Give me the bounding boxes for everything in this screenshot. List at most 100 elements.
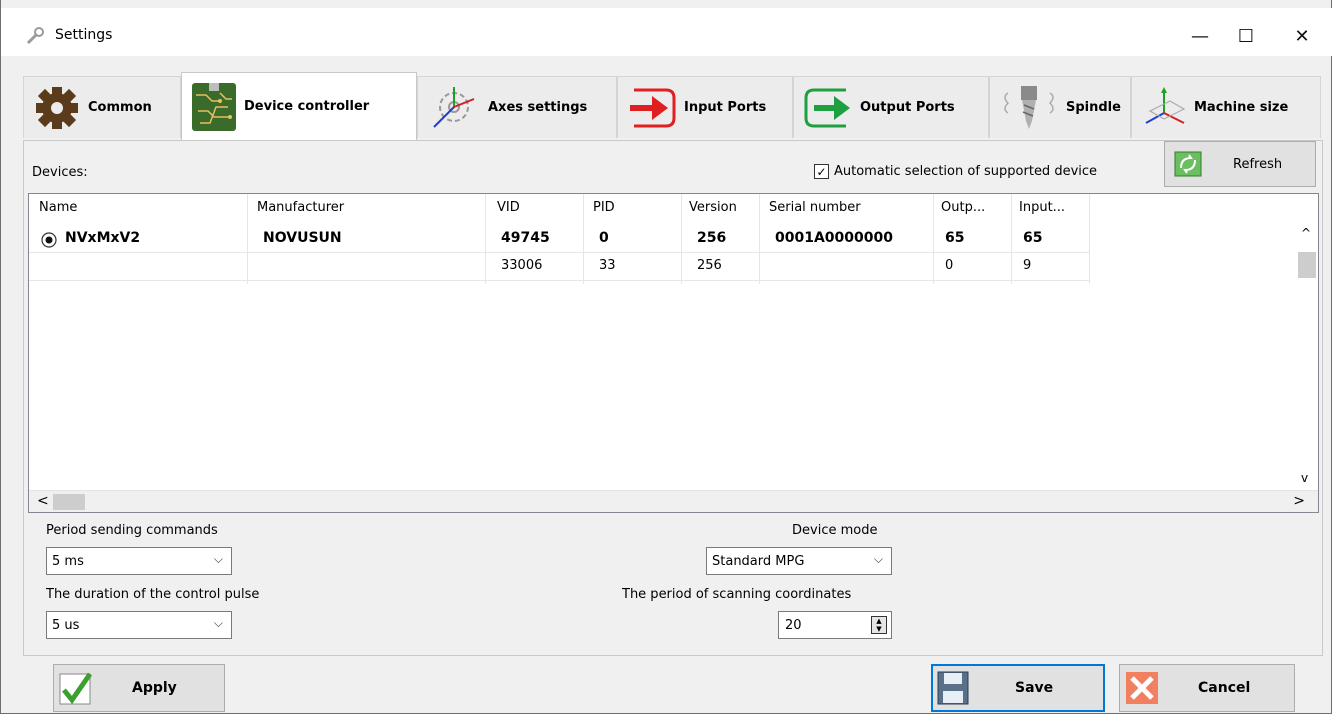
device-outputs: 65 (945, 230, 965, 246)
axes-gear-icon (433, 86, 475, 128)
tab-bar: Common Device controller Axes settings I… (23, 72, 1323, 140)
col-header-name[interactable]: Name (39, 200, 77, 215)
control-pulse-value: 5 us (52, 617, 80, 633)
wrench-icon (26, 27, 44, 45)
scan-period-label: The period of scanning coordinates (622, 587, 852, 602)
settings-window: Settings — ☐ ✕ Common Device controller … (0, 0, 1332, 714)
horizontal-scroll-thumb[interactable] (53, 494, 85, 510)
device-version: 256 (697, 258, 722, 273)
device-controller-panel: Devices: ✓ Automatic selection of suppor… (23, 140, 1323, 656)
tab-common-label: Common (88, 100, 152, 115)
refresh-label: Refresh (1233, 156, 1283, 172)
vertical-scrollbar[interactable]: ^ v (1296, 222, 1318, 487)
row-divider (29, 280, 1089, 281)
output-arrow-icon (804, 88, 850, 127)
tab-spindle[interactable]: Spindle (989, 76, 1131, 138)
apply-button[interactable]: Apply (53, 664, 225, 712)
save-label: Save (1015, 680, 1054, 696)
col-divider (933, 194, 934, 284)
col-divider (759, 194, 760, 284)
control-pulse-label: The duration of the control pulse (46, 587, 260, 602)
scan-period-stepper[interactable]: 20 ▲ ▼ (778, 611, 892, 639)
save-button[interactable]: Save (931, 664, 1105, 712)
control-pulse-select[interactable]: 5 us ⌵ (46, 611, 232, 639)
tab-machine-size-label: Machine size (1194, 100, 1289, 115)
tab-axes-settings[interactable]: Axes settings (417, 76, 617, 138)
auto-select-checkbox[interactable]: ✓ Automatic selection of supported devic… (814, 164, 1097, 179)
chevron-down-icon: ⌵ (873, 552, 883, 566)
cancel-label: Cancel (1198, 680, 1251, 696)
radio-selected-icon[interactable] (41, 232, 57, 248)
device-outputs: 0 (945, 258, 954, 273)
title-bar[interactable]: Settings — ☐ ✕ (1, 8, 1332, 56)
col-header-serial[interactable]: Serial number (769, 200, 861, 215)
window-title: Settings (55, 27, 113, 43)
row-divider (29, 252, 1089, 253)
spindle-icon (1004, 85, 1054, 129)
checkbox-check-icon: ✓ (814, 164, 829, 179)
device-mode-select[interactable]: Standard MPG ⌵ (706, 547, 892, 575)
tab-output-ports[interactable]: Output Ports (793, 76, 989, 138)
devices-table[interactable]: Name Manufacturer VID PID Version Serial… (28, 193, 1319, 513)
vertical-scroll-thumb[interactable] (1298, 252, 1316, 278)
gear-icon (36, 86, 78, 129)
period-sending-label: Period sending commands (46, 523, 218, 538)
device-pid: 33 (599, 258, 616, 273)
tab-input-ports[interactable]: Input Ports (617, 76, 793, 138)
scroll-down-icon[interactable]: v (1301, 471, 1308, 485)
floppy-disk-icon (937, 671, 969, 705)
col-divider (681, 194, 682, 284)
period-sending-select[interactable]: 5 ms ⌵ (46, 547, 232, 575)
tab-device-controller-label: Device controller (244, 99, 370, 114)
device-version: 256 (697, 230, 727, 246)
refresh-icon (1174, 151, 1202, 177)
col-divider (1089, 194, 1090, 284)
tab-spindle-label: Spindle (1066, 100, 1121, 115)
col-divider (583, 194, 584, 284)
cancel-button[interactable]: Cancel (1119, 664, 1295, 712)
device-mode-value: Standard MPG (712, 553, 805, 569)
scan-period-value: 20 (785, 617, 802, 633)
cancel-x-icon (1126, 672, 1158, 704)
horizontal-scrollbar[interactable]: < > (29, 490, 1318, 512)
device-name: NVxMxV2 (65, 230, 141, 246)
input-arrow-icon (630, 88, 676, 127)
device-vid: 33006 (501, 258, 543, 273)
period-sending-value: 5 ms (52, 553, 84, 569)
tab-device-controller[interactable]: Device controller (181, 72, 417, 140)
close-button[interactable]: ✕ (1279, 16, 1325, 56)
col-header-manufacturer[interactable]: Manufacturer (257, 200, 344, 215)
tab-machine-size[interactable]: Machine size (1131, 76, 1321, 138)
col-divider (247, 194, 248, 284)
col-header-version[interactable]: Version (689, 200, 737, 215)
col-divider (485, 194, 486, 284)
device-vid: 49745 (501, 230, 550, 246)
chevron-down-icon: ⌵ (213, 552, 223, 566)
device-manufacturer: NOVUSUN (263, 230, 342, 246)
circuit-board-icon (192, 82, 236, 131)
refresh-button[interactable]: Refresh (1164, 141, 1316, 187)
col-header-inputs[interactable]: Input... (1019, 200, 1065, 215)
scroll-right-icon[interactable]: > (1293, 493, 1305, 509)
checkmark-icon (59, 672, 93, 705)
tab-output-ports-label: Output Ports (860, 100, 955, 115)
minimize-button[interactable]: — (1177, 16, 1223, 56)
stepper-arrows-icon[interactable]: ▲ ▼ (871, 616, 887, 634)
device-inputs: 65 (1023, 230, 1043, 246)
scroll-up-icon[interactable]: ^ (1301, 226, 1311, 240)
device-mode-label: Device mode (792, 523, 878, 538)
device-pid: 0 (599, 230, 609, 246)
col-header-outputs[interactable]: Outp... (941, 200, 985, 215)
device-inputs: 9 (1023, 258, 1032, 273)
device-serial: 0001A0000000 (775, 230, 893, 246)
tab-common[interactable]: Common (23, 76, 181, 138)
tab-input-ports-label: Input Ports (684, 100, 767, 115)
maximize-button[interactable]: ☐ (1223, 16, 1269, 56)
col-divider (1011, 194, 1012, 284)
col-header-pid[interactable]: PID (593, 200, 615, 215)
col-header-vid[interactable]: VID (497, 200, 520, 215)
scroll-left-icon[interactable]: < (37, 493, 49, 509)
auto-select-label: Automatic selection of supported device (834, 164, 1098, 179)
apply-label: Apply (132, 680, 177, 696)
machine-axes-icon (1145, 86, 1186, 124)
